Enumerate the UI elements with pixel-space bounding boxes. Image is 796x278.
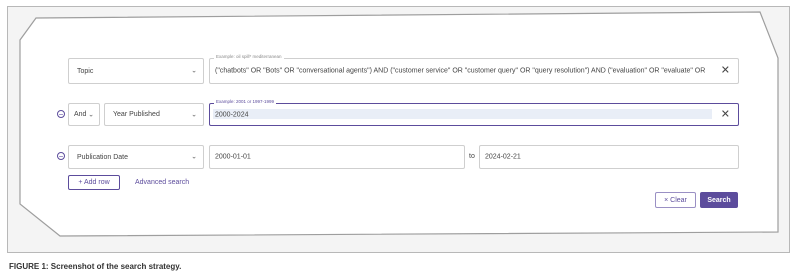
minus-circle-icon[interactable]: −	[57, 110, 65, 119]
field-select-label: Topic	[77, 67, 94, 75]
close-icon[interactable]: ✕	[721, 65, 730, 76]
year-value: 2000-2024	[215, 111, 249, 118]
minus-circle-icon[interactable]: −	[57, 152, 65, 161]
topic-query-input[interactable]: Example: oil spill* mediterranean ("chat…	[209, 54, 739, 84]
date-from-input[interactable]: 2000-01-01	[209, 145, 465, 169]
date-to-input[interactable]: 2024-02-21	[479, 145, 739, 169]
operator-select[interactable]: And ⌄	[68, 103, 100, 126]
input-highlight	[213, 109, 712, 119]
date-from-value: 2000-01-01	[215, 153, 251, 161]
search-panel	[19, 11, 779, 237]
close-icon[interactable]: ✕	[721, 108, 730, 120]
search-button[interactable]: Search	[700, 192, 738, 208]
field-select-topic[interactable]: Topic ⌄	[68, 58, 204, 84]
field-select-label: Year Published	[113, 111, 160, 118]
chevron-down-icon: ⌄	[88, 111, 94, 119]
add-row-button[interactable]: + Add row	[68, 175, 120, 190]
to-label: to	[469, 153, 475, 160]
chevron-down-icon: ⌄	[191, 67, 197, 75]
year-input[interactable]: Example: 2001 or 1997-1999 2000-2024 ✕	[209, 99, 739, 126]
chevron-down-icon: ⌄	[191, 111, 197, 119]
operator-value: And	[74, 111, 87, 118]
date-to-value: 2024-02-21	[485, 153, 521, 161]
clear-button[interactable]: × Clear	[655, 192, 696, 208]
input-hint: Example: 2001 or 1997-1999	[214, 99, 277, 104]
field-select-date[interactable]: Publication Date ⌄	[68, 145, 204, 169]
figure-caption: FIGURE 1: Screenshot of the search strat…	[9, 262, 182, 271]
field-select-year[interactable]: Year Published ⌄	[104, 103, 204, 126]
topic-query-value: ("chatbots" OR "Bots" OR "conversational…	[215, 67, 706, 75]
field-select-label: Publication Date	[77, 153, 128, 161]
advanced-search-link[interactable]: Advanced search	[135, 179, 189, 186]
chevron-down-icon: ⌄	[191, 153, 197, 161]
